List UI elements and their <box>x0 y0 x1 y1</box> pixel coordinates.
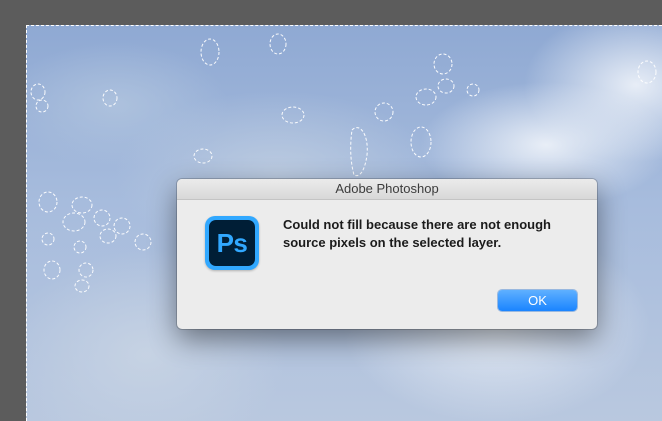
selection-island <box>350 127 368 177</box>
dialog-title: Adobe Photoshop <box>177 179 597 200</box>
selection-island <box>437 78 455 94</box>
alert-dialog: Adobe Photoshop Ps Could not fill becaus… <box>177 179 597 329</box>
selection-island <box>78 262 94 278</box>
photoshop-app-icon-letters: Ps <box>209 220 255 266</box>
selection-island <box>102 89 118 107</box>
selection-island <box>73 240 87 254</box>
selection-island <box>415 88 437 106</box>
selection-island <box>433 53 453 75</box>
selection-island <box>410 126 432 158</box>
selection-island <box>193 148 213 164</box>
selection-island <box>43 260 61 280</box>
selection-island <box>637 60 657 84</box>
selection-island <box>38 191 58 213</box>
selection-island <box>30 83 46 101</box>
selection-island <box>374 102 394 122</box>
selection-island <box>281 106 305 124</box>
selection-island <box>41 232 55 246</box>
selection-island <box>466 83 480 97</box>
selection-island <box>62 212 86 232</box>
selection-island <box>99 228 117 244</box>
selection-island <box>35 99 49 113</box>
ok-button[interactable]: OK <box>498 290 577 311</box>
dialog-message: Could not fill because there are not eno… <box>283 217 551 250</box>
selection-island <box>93 209 111 227</box>
selection-island <box>200 38 220 66</box>
photoshop-app-icon: Ps <box>205 216 259 270</box>
selection-island <box>134 233 152 251</box>
selection-island <box>74 279 90 293</box>
selection-island <box>113 217 131 235</box>
selection-island <box>269 33 287 55</box>
selection-island <box>71 196 93 214</box>
